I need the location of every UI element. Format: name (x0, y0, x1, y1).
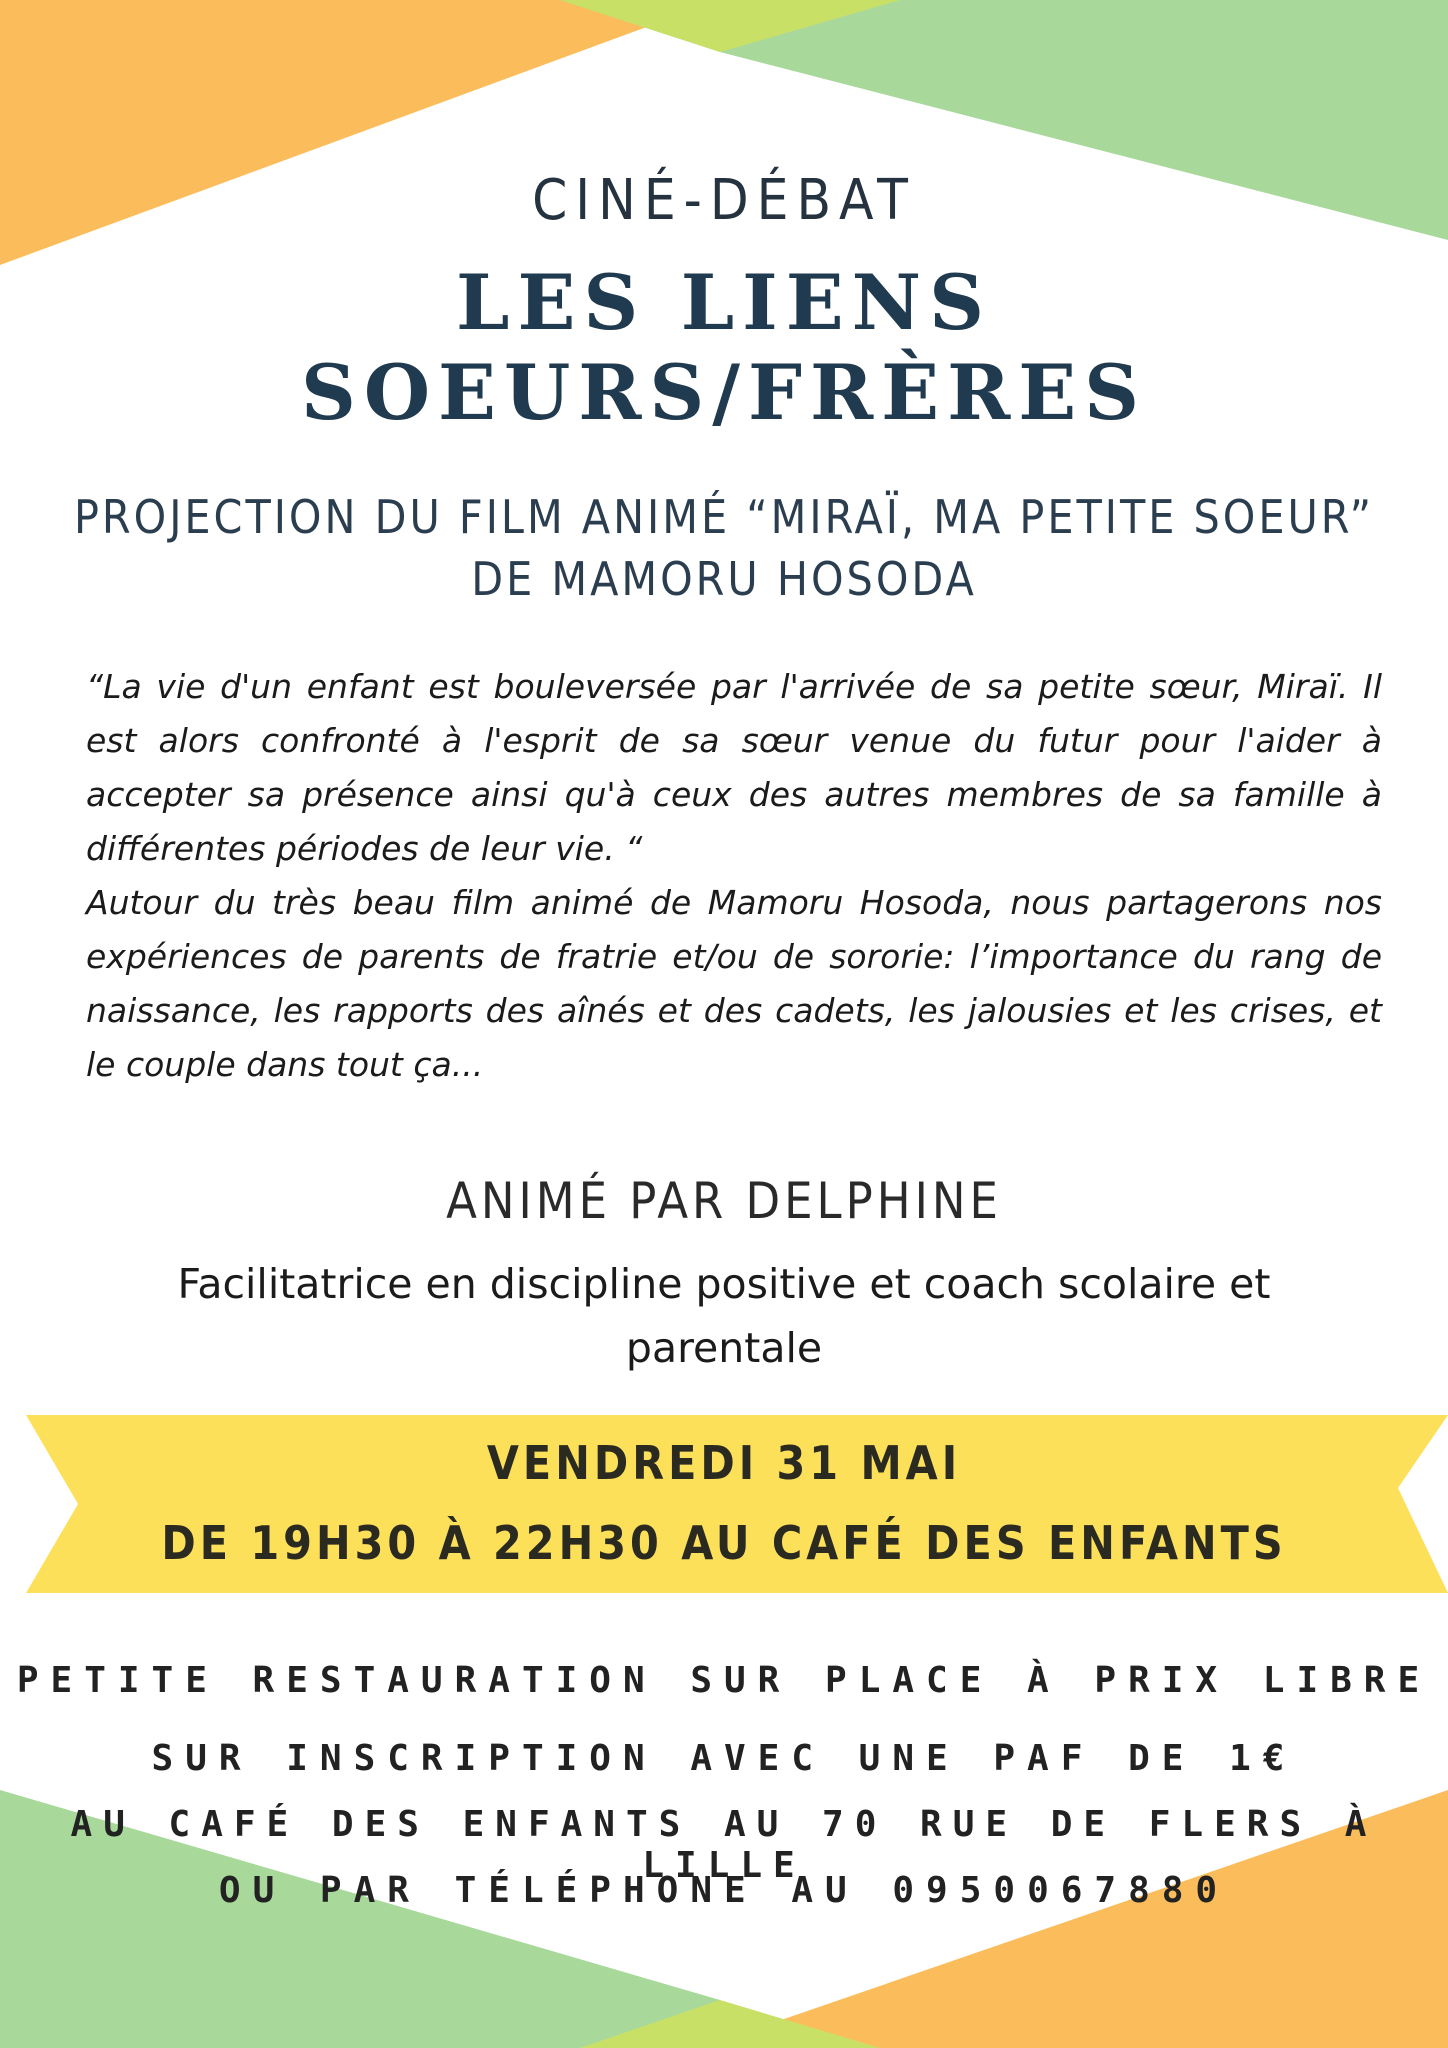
film-line-2: DE MAMORU HOSODA (471, 552, 977, 606)
content: CINÉ-DÉBAT LES LIENS SOEURS/FRÈRES PROJE… (0, 0, 1448, 2048)
description: “La vie d'un enfant est bouleversée par … (86, 660, 1382, 1092)
host-heading: ANIMÉ PAR DELPHINE (446, 1172, 1002, 1230)
event-type: CINÉ-DÉBAT (532, 168, 916, 233)
food-info: PETITE RESTAURATION SUR PLACE À PRIX LIB… (16, 1660, 1432, 1701)
discussion-paragraph: Autour du très beau film animé de Mamoru… (86, 883, 1382, 1084)
registration-info: SUR INSCRIPTION AVEC UNE PAF DE 1€ (151, 1738, 1297, 1779)
film-line-1: PROJECTION DU FILM ANIMÉ “MIRAÏ, MA PETI… (73, 490, 1375, 544)
event-title: LES LIENS SOEURS/FRÈRES (0, 258, 1448, 438)
host-role: Facilitatrice en discipline positive et … (177, 1260, 1271, 1372)
title-line-2: SOEURS/FRÈRES (300, 348, 1148, 437)
film-info: PROJECTION DU FILM ANIMÉ “MIRAÏ, MA PETI… (0, 486, 1448, 610)
banner-date: VENDREDI 31 MAI (486, 1436, 962, 1490)
flyer-page: { "header": { "kicker": "CINÉ-DÉBAT", "t… (0, 0, 1448, 2048)
title-line-1: LES LIENS (456, 258, 992, 347)
banner-time-place: DE 19H30 À 22H30 AU CAFÉ DES ENFANTS (161, 1516, 1287, 1570)
phone-info: OU PAR TÉLÉPHONE AU 0950067880 (218, 1870, 1230, 1911)
synopsis-paragraph: “La vie d'un enfant est bouleversée par … (86, 667, 1382, 868)
